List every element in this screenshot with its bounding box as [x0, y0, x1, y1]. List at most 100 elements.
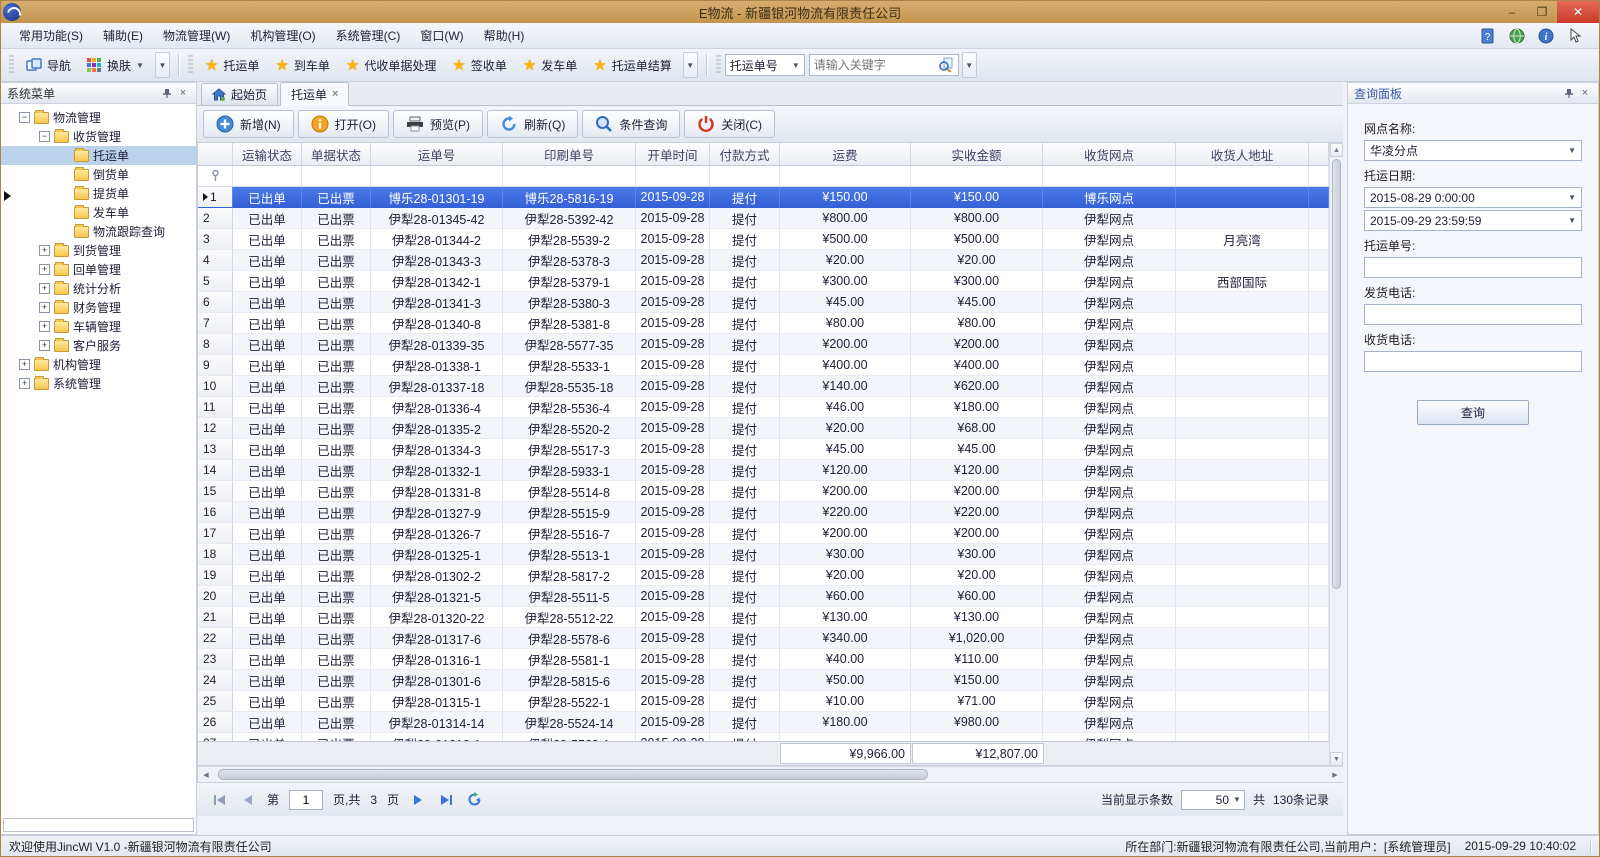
table-row-23[interactable]: 23已出单已出票伊犁28-01316-1伊犁28-5581-12015-09-2…	[198, 649, 1329, 670]
table-row-19[interactable]: 19已出单已出票伊犁28-01302-2伊犁28-5817-22015-09-2…	[198, 565, 1329, 586]
favorite-5[interactable]: ★托运单结算	[585, 51, 679, 79]
table-row-11[interactable]: 11已出单已出票伊犁28-01336-4伊犁28-5536-42015-09-2…	[198, 397, 1329, 418]
tab-home[interactable]: 起始页	[201, 83, 278, 105]
column-header-9[interactable]: 收货网点	[1043, 143, 1176, 165]
tree-item-1[interactable]: −收货管理	[1, 127, 196, 146]
table-row-6[interactable]: 6已出单已出票伊犁28-01341-3伊犁28-5380-32015-09-28…	[198, 292, 1329, 313]
table-row-1[interactable]: 1已出单已出票博乐28-01301-19博乐28-5816-192015-09-…	[198, 187, 1329, 208]
column-header-2[interactable]: 单据状态	[302, 143, 371, 165]
menu-item-4[interactable]: 系统管理(C)	[326, 23, 411, 48]
tree-item-8[interactable]: +回单管理	[1, 260, 196, 279]
filter-cell-1[interactable]	[233, 166, 302, 186]
filter-cell-4[interactable]	[503, 166, 636, 186]
refresh-button[interactable]: 刷新(Q)	[487, 110, 578, 138]
filter-cell-3[interactable]	[371, 166, 503, 186]
expand-icon[interactable]: +	[39, 264, 50, 275]
close-button[interactable]: ✕	[1557, 1, 1599, 23]
table-row-15[interactable]: 15已出单已出票伊犁28-01331-8伊犁28-5514-82015-09-2…	[198, 481, 1329, 502]
keyword-search-input[interactable]	[814, 58, 938, 72]
next-page-button[interactable]	[409, 791, 427, 809]
table-row-21[interactable]: 21已出单已出票伊犁28-01320-22伊犁28-5512-222015-09…	[198, 607, 1329, 628]
column-header-1[interactable]: 运输状态	[233, 143, 302, 165]
tree-item-5[interactable]: 发车单	[1, 203, 196, 222]
filter-cell-11[interactable]	[1309, 166, 1329, 186]
new-button[interactable]: 新增(N)	[203, 110, 294, 138]
favorite-3[interactable]: ★签收单	[444, 51, 514, 79]
table-row-14[interactable]: 14已出单已出票伊犁28-01332-1伊犁28-5933-12015-09-2…	[198, 460, 1329, 481]
table-row-9[interactable]: 9已出单已出票伊犁28-01338-1伊犁28-5533-12015-09-28…	[198, 355, 1329, 376]
expand-icon[interactable]: +	[39, 321, 50, 332]
prev-page-button[interactable]	[239, 791, 257, 809]
minimize-button[interactable]: –	[1497, 1, 1527, 23]
tree-item-2[interactable]: 托运单	[1, 146, 196, 165]
tree-item-9[interactable]: +统计分析	[1, 279, 196, 298]
query-input-4-0[interactable]	[1364, 351, 1582, 372]
expand-icon[interactable]: +	[39, 245, 50, 256]
grid-filter-row[interactable]	[198, 166, 1329, 187]
table-row-16[interactable]: 16已出单已出票伊犁28-01327-9伊犁28-5515-92015-09-2…	[198, 502, 1329, 523]
expand-icon[interactable]: +	[39, 302, 50, 313]
scroll-right-icon[interactable]: ▶	[1327, 767, 1343, 782]
tree-item-13[interactable]: +机构管理	[1, 355, 196, 374]
table-row-17[interactable]: 17已出单已出票伊犁28-01326-7伊犁28-5516-72015-09-2…	[198, 523, 1329, 544]
vertical-scrollbar[interactable]: ▲ ▼	[1329, 143, 1343, 766]
close-panel-icon[interactable]: ×	[176, 87, 190, 99]
table-row-5[interactable]: 5已出单已出票伊犁28-01342-1伊犁28-5379-12015-09-28…	[198, 271, 1329, 292]
menu-item-1[interactable]: 辅助(E)	[93, 23, 153, 48]
help-book-icon[interactable]: ?	[1479, 27, 1496, 44]
tree-item-14[interactable]: +系统管理	[1, 374, 196, 393]
table-row-13[interactable]: 13已出单已出票伊犁28-01334-3伊犁28-5517-32015-09-2…	[198, 439, 1329, 460]
search-overflow-button[interactable]: ▼	[962, 52, 977, 78]
scroll-left-icon[interactable]: ◀	[198, 767, 214, 782]
wizard-pointer-icon[interactable]	[1566, 27, 1583, 44]
horizontal-scroll-thumb[interactable]	[218, 769, 928, 780]
menu-item-3[interactable]: 机构管理(O)	[240, 23, 325, 48]
column-header-7[interactable]: 运费	[780, 143, 911, 165]
favorite-1[interactable]: ★到车单	[267, 51, 337, 79]
table-row-27[interactable]: 27已出单已出票伊犁28-01313-1伊犁28-5523-12015-09-2…	[198, 733, 1329, 741]
first-page-button[interactable]	[211, 791, 229, 809]
globe-icon[interactable]	[1508, 27, 1525, 44]
favorite-0[interactable]: ★托运单	[197, 51, 267, 79]
close-panel-icon[interactable]: ×	[1578, 87, 1592, 99]
table-row-3[interactable]: 3已出单已出票伊犁28-01344-2伊犁28-5539-22015-09-28…	[198, 229, 1329, 250]
page-size-combo[interactable]: 50 ▼	[1181, 790, 1245, 810]
favorite-4[interactable]: ★发车单	[515, 51, 585, 79]
expand-icon[interactable]: +	[39, 340, 50, 351]
column-header-6[interactable]: 付款方式	[710, 143, 780, 165]
table-row-22[interactable]: 22已出单已出票伊犁28-01317-6伊犁28-5578-62015-09-2…	[198, 628, 1329, 649]
table-row-20[interactable]: 20已出单已出票伊犁28-01321-5伊犁28-5511-52015-09-2…	[198, 586, 1329, 607]
condition-query-button[interactable]: 条件查询	[582, 110, 680, 138]
filter-cell-7[interactable]	[780, 166, 911, 186]
tree-item-10[interactable]: +财务管理	[1, 298, 196, 317]
filter-cell-10[interactable]	[1176, 166, 1309, 186]
table-row-10[interactable]: 10已出单已出票伊犁28-01337-18伊犁28-5535-182015-09…	[198, 376, 1329, 397]
tree-item-6[interactable]: 物流跟踪查询	[1, 222, 196, 241]
filter-cell-5[interactable]	[636, 166, 710, 186]
query-select-1-0[interactable]: 2015-08-29 0:00:00▼	[1364, 187, 1582, 208]
query-select-0-0[interactable]: 华凌分点▼	[1364, 140, 1582, 161]
horizontal-scrollbar[interactable]: ◀ ▶	[198, 766, 1343, 782]
scroll-up-icon[interactable]: ▲	[1330, 143, 1343, 157]
navigation-button[interactable]: 导航	[18, 52, 79, 79]
table-row-4[interactable]: 4已出单已出票伊犁28-01343-3伊犁28-5378-32015-09-28…	[198, 250, 1329, 271]
tree-item-3[interactable]: 倒货单	[1, 165, 196, 184]
column-header-4[interactable]: 印刷单号	[503, 143, 636, 165]
reload-grid-icon[interactable]	[465, 791, 483, 809]
menu-item-2[interactable]: 物流管理(W)	[153, 23, 240, 48]
menu-item-5[interactable]: 窗口(W)	[410, 23, 473, 48]
search-field-combo[interactable]: 托运单号 ▼	[725, 54, 805, 76]
table-row-18[interactable]: 18已出单已出票伊犁28-01325-1伊犁28-5513-12015-09-2…	[198, 544, 1329, 565]
page-number-input[interactable]	[289, 790, 323, 810]
filter-cell-0[interactable]	[198, 166, 233, 186]
column-header-10[interactable]: 收货人地址	[1176, 143, 1309, 165]
query-input-2-0[interactable]	[1364, 257, 1582, 278]
column-header-8[interactable]: 实收金额	[911, 143, 1043, 165]
tree-item-4[interactable]: 提货单	[1, 184, 196, 203]
expand-icon[interactable]: +	[19, 378, 30, 389]
restore-button[interactable]: ❐	[1527, 1, 1557, 23]
filter-cell-2[interactable]	[302, 166, 371, 186]
keyword-search-box[interactable]	[809, 54, 959, 76]
table-row-8[interactable]: 8已出单已出票伊犁28-01339-35伊犁28-5577-352015-09-…	[198, 334, 1329, 355]
preview-button[interactable]: 预览(P)	[393, 110, 483, 138]
